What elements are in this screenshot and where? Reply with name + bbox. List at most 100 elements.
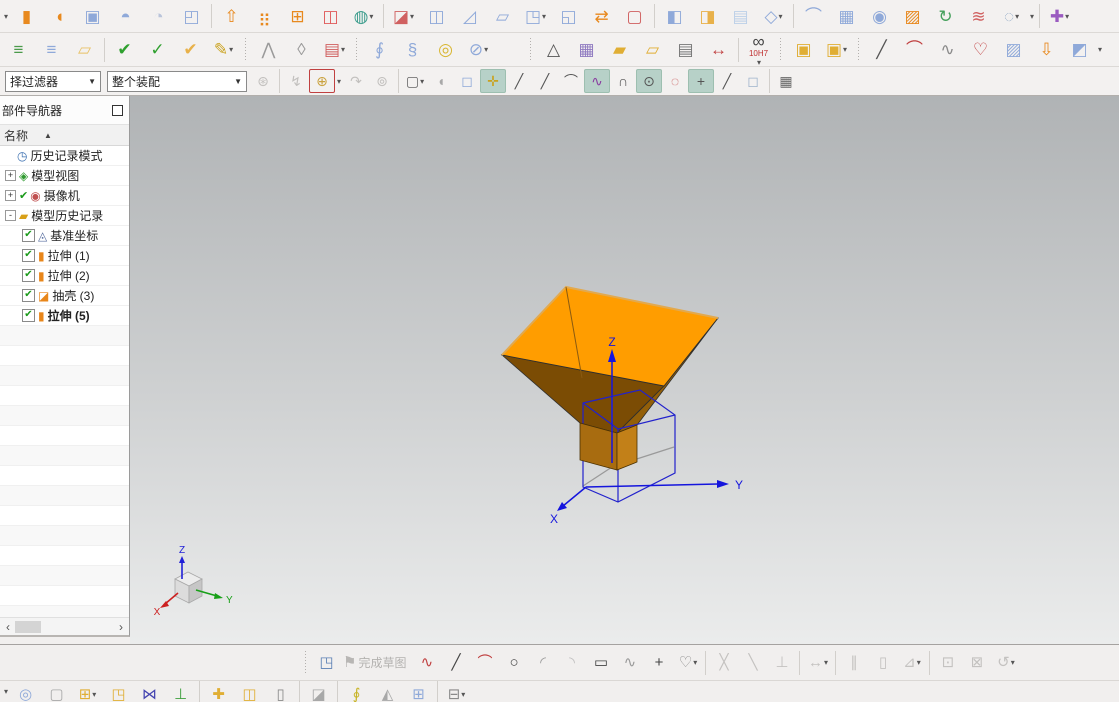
expand-toggle[interactable]: + xyxy=(5,170,16,181)
studio-spline-button[interactable]: ∿ xyxy=(615,650,644,676)
boss-button[interactable]: ◓ xyxy=(109,2,142,30)
heal-geometry-button[interactable]: ✓ xyxy=(141,36,174,64)
tree-item-history-mode[interactable]: ◷ 历史记录模式 xyxy=(0,146,129,166)
dropdown-caret[interactable]: ▾ xyxy=(1030,12,1034,21)
mirror-feature-button[interactable]: ◫ xyxy=(314,2,347,30)
revolve-button[interactable]: ▮ xyxy=(10,2,43,30)
lock-body-button[interactable]: ▣ ▾ xyxy=(820,36,853,64)
artistic-spline-button[interactable]: ♡ xyxy=(964,36,997,64)
visibility-checkbox[interactable]: ✔ xyxy=(22,229,35,242)
tree-item-datum-csys[interactable]: ✔ ◬ 基准坐标 xyxy=(0,226,129,246)
intersection-curve-button[interactable]: ◩ xyxy=(1063,36,1096,64)
offset-curve-button[interactable]: ♡ ▾ xyxy=(673,650,702,676)
geometric-constraints-button[interactable]: ∥ xyxy=(839,650,868,676)
mirror-assembly-button[interactable]: ⋈ xyxy=(134,681,165,702)
dropdown-caret[interactable]: ▾ xyxy=(229,45,233,54)
alternate-solution-button[interactable]: ⊠ xyxy=(962,650,991,676)
scroll-left-arrow[interactable]: ‹ xyxy=(2,621,14,633)
snap-point-on-curve-button[interactable]: ╱ xyxy=(714,69,740,93)
assembly-constraints-button[interactable]: ◫ xyxy=(234,681,265,702)
tag-note-button[interactable]: ▱ xyxy=(68,36,101,64)
dropdown-caret[interactable]: ▾ xyxy=(779,12,783,21)
dropdown-caret[interactable]: ▾ xyxy=(1065,12,1069,21)
selection-filter-combo[interactable]: 择过滤器 ▼ xyxy=(5,70,101,92)
move-object-button[interactable]: ✚ ▾ xyxy=(1043,2,1076,30)
washer-button[interactable]: ◎ xyxy=(429,36,462,64)
interference-check-button[interactable]: ◭ xyxy=(372,681,403,702)
toolbar-grip[interactable] xyxy=(778,37,784,62)
offset-face-button[interactable]: ▢ xyxy=(618,2,651,30)
pattern-feature-button[interactable]: ⣶ xyxy=(248,2,281,30)
ruled-surface-button[interactable]: ⌒ xyxy=(797,2,830,30)
line-curve-button[interactable]: ╱ xyxy=(865,36,898,64)
hole-button[interactable]: ▣ xyxy=(76,2,109,30)
split-body-button[interactable]: ◫ xyxy=(420,2,453,30)
tree-item-extrude-2[interactable]: ✔ ▮ 拉伸 (2) xyxy=(0,266,129,286)
visibility-checkbox[interactable]: ✔ xyxy=(22,249,35,262)
view-layers-button[interactable]: ≡ xyxy=(2,36,35,64)
n-sided-surface-button[interactable]: ◌ ▾ xyxy=(995,2,1028,30)
combo-dropdown-caret[interactable]: ▼ xyxy=(234,77,242,86)
rib-button[interactable]: ◔ xyxy=(142,2,175,30)
dropdown-caret[interactable]: ▾ xyxy=(92,690,96,699)
pocket-button[interactable]: ◰ xyxy=(175,2,208,30)
z-axis-label[interactable]: Z xyxy=(608,335,615,349)
trim-body-button[interactable]: ◪ ▾ xyxy=(387,2,420,30)
snap-pole-button[interactable]: ∿ xyxy=(584,69,611,93)
dropdown-caret[interactable]: ▾ xyxy=(917,658,921,667)
visibility-checkbox[interactable]: ✔ xyxy=(22,309,35,322)
scrollbar-thumb[interactable] xyxy=(15,620,41,633)
snap-intersection-button[interactable]: + xyxy=(688,69,715,93)
snap-point-button[interactable]: ✛ xyxy=(480,69,507,93)
combo-dropdown-caret[interactable]: ▼ xyxy=(88,77,96,86)
scroll-right-arrow[interactable]: › xyxy=(115,621,127,633)
snap-endpoint-button[interactable]: ╱ xyxy=(506,69,532,93)
quick-trim-button[interactable]: ╳ xyxy=(709,650,738,676)
dropdown-caret[interactable]: ▾ xyxy=(4,12,8,21)
sketch-point-button[interactable]: + xyxy=(644,650,673,676)
deviation-table-button[interactable]: ▦ xyxy=(570,36,603,64)
dropdown-caret[interactable]: ▾ xyxy=(542,12,546,21)
dropdown-caret[interactable]: ▾ xyxy=(1015,12,1019,21)
dropdown-caret[interactable]: ▾ xyxy=(757,58,761,67)
float-window-button[interactable] xyxy=(112,104,123,116)
dropdown-caret[interactable]: ▾ xyxy=(337,77,341,86)
y-axis-label[interactable]: Y xyxy=(735,478,743,492)
dropdown-caret[interactable]: ▾ xyxy=(420,77,424,86)
exploded-view-button[interactable]: ⊞ xyxy=(403,681,434,702)
3d-scene[interactable]: Z Y X Z Y X xyxy=(130,96,1119,644)
product-outline-button[interactable]: ▢ xyxy=(41,681,72,702)
quick-extend-button[interactable]: ╲ xyxy=(738,650,767,676)
spring-button[interactable]: § xyxy=(396,36,429,64)
expand-toggle[interactable]: + xyxy=(5,190,16,201)
examine-body-button[interactable]: ✔ xyxy=(174,36,207,64)
show-degrees-of-freedom-button[interactable]: ▯ xyxy=(265,681,296,702)
selection-history-button[interactable]: ⊚ xyxy=(369,69,395,93)
snap-quadrant-button[interactable]: ∩ xyxy=(610,69,636,93)
snap-midpoint-button[interactable]: ╱ xyxy=(532,69,558,93)
dropdown-caret[interactable]: ▾ xyxy=(369,12,373,21)
sketch-arc-button[interactable]: ⌒ xyxy=(470,650,499,676)
arc-curve-button[interactable]: ⌒ xyxy=(898,36,931,64)
x-axis-label[interactable]: X xyxy=(550,512,558,526)
tree-item-model-views[interactable]: + ◈ 模型视图 xyxy=(0,166,129,186)
sketch-task-environment-button[interactable]: ◳ xyxy=(312,650,341,676)
create-new-component-button[interactable]: ◳ xyxy=(103,681,134,702)
shaded-tool-button[interactable]: ◖ xyxy=(428,69,454,93)
pattern-geometry-button[interactable]: ⊞ xyxy=(281,2,314,30)
graphics-window[interactable]: Z Y X Z Y X xyxy=(130,96,1119,644)
snap-existing-point-button[interactable]: ◌ xyxy=(662,69,688,93)
thicken-button[interactable]: ◨ xyxy=(691,2,724,30)
coil-button[interactable]: ∮ xyxy=(363,36,396,64)
toolbar-grip[interactable] xyxy=(243,37,249,62)
dropdown-caret[interactable]: ▾ xyxy=(843,45,847,54)
deselect-button[interactable]: ↯ xyxy=(283,69,309,93)
curve-mesh-button[interactable]: ↻ xyxy=(929,2,962,30)
stem-right-face[interactable] xyxy=(616,424,638,471)
tree-item-cameras[interactable]: + ✔ ◉ 摄像机 xyxy=(0,186,129,206)
convert-to-reference-button[interactable]: ⊡ xyxy=(933,650,962,676)
group-folder-button[interactable]: ▱ xyxy=(636,36,669,64)
add-component-button[interactable]: ⊞ ▾ xyxy=(72,681,103,702)
assembly-cut-button[interactable]: ◪ xyxy=(303,681,334,702)
sketch-circle-button[interactable]: ○ xyxy=(499,650,528,676)
